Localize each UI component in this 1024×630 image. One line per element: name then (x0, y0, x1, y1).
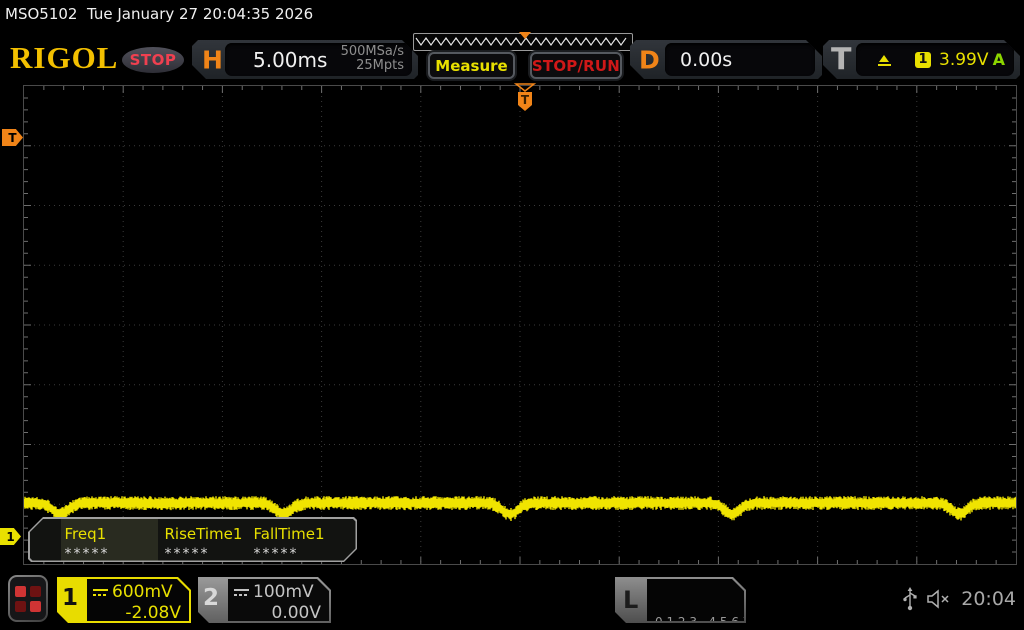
measurement-label: Freq1 (65, 525, 158, 543)
measurement-item-risetime1[interactable]: RiseTime1 ***** (161, 519, 258, 561)
grid-tile (30, 586, 41, 597)
trigger-sweep-mode: A (993, 50, 1005, 69)
measurement-item-falltime1[interactable]: FallTime1 ***** (250, 519, 347, 561)
measurement-item-freq1[interactable]: Freq1 ***** (61, 519, 158, 561)
measurement-value: ***** (165, 546, 258, 562)
speaker-muted-icon[interactable] (926, 588, 952, 610)
titlebar-text: MSO5102 Tue January 27 20:04:35 2026 (0, 0, 1024, 30)
display-grid-menu-button[interactable] (8, 575, 48, 622)
trigger-settings-button[interactable]: T 1 3.99V A (823, 40, 1020, 79)
delay-label: D (639, 45, 660, 74)
measurement-label: RiseTime1 (165, 525, 258, 543)
channel2-scale: 100mV (253, 582, 314, 602)
trigger-position-marker[interactable]: T (514, 83, 536, 113)
horizontal-inset: 5.00ms 500MSa/s 25Mpts (225, 43, 412, 76)
dc-coupling-icon (93, 589, 108, 596)
channel1-offset-marker[interactable]: 1 (0, 528, 21, 545)
svg-text:T: T (521, 93, 530, 107)
stop-run-button[interactable]: STOP/RUN (530, 52, 622, 79)
run-state-badge: STOP (122, 47, 184, 73)
oscilloscope-screen: MSO5102 Tue January 27 20:04:35 2026 RIG… (0, 0, 1024, 630)
horizontal-settings-button[interactable]: H 5.00ms 500MSa/s 25Mpts (192, 40, 418, 79)
channel1-offset: -2.08V (93, 603, 181, 623)
memory-depth: 25Mpts (341, 59, 404, 73)
channel2-status-button[interactable]: 2 100mV 0.00V (198, 577, 331, 623)
bottombar: 1 600mV -2.08V 2 100mV 0.00V L (0, 565, 1024, 630)
trigger-inset: 1 3.99V A (856, 43, 1014, 76)
scope-display-area: T 1 T Freq1 ***** RiseTime1 ***** FallTi… (0, 85, 1024, 565)
delay-inset: 0.00s (665, 43, 815, 76)
channel2-values: 100mV 0.00V (228, 579, 329, 621)
measurement-results-inner: Freq1 ***** RiseTime1 ***** FallTime1 **… (30, 519, 356, 561)
usb-icon[interactable] (903, 587, 917, 611)
horizontal-label: H (202, 45, 223, 74)
channel1-scale: 600mV (112, 582, 173, 602)
channel2-number: 2 (203, 585, 219, 611)
trigger-level-marker[interactable]: T (2, 129, 23, 146)
channel2-offset: 0.00V (234, 603, 321, 623)
logic-analyzer-label: L (623, 586, 638, 614)
measure-button[interactable]: Measure (428, 52, 515, 79)
sample-rate: 500MSa/s (341, 45, 404, 59)
dc-coupling-icon (234, 589, 249, 596)
acquisition-rates: 500MSa/s 25Mpts (341, 45, 404, 73)
delay-settings-button[interactable]: D 0.00s (630, 40, 822, 79)
grid-menu-icon (10, 577, 46, 620)
channel1-status-button[interactable]: 1 600mV -2.08V (57, 577, 191, 623)
trigger-level-value: 3.99V (939, 50, 988, 70)
delay-value: 0.00s (680, 49, 732, 71)
channel1-number: 1 (62, 585, 78, 611)
grid-tile (30, 601, 41, 612)
channel1-values: 600mV -2.08V (87, 579, 189, 621)
digital-channels: 0 1 2 3 4 5 6 7 8 9 1011 12131415 (647, 579, 744, 621)
measurement-value: ***** (65, 546, 158, 562)
graticule (23, 85, 1017, 565)
measurement-label: FallTime1 (254, 525, 347, 543)
waveform-overview-bar[interactable] (413, 33, 633, 51)
clock: 20:04 (961, 588, 1016, 610)
toolbar: RIGOL STOP H 5.00ms 500MSa/s 25Mpts Meas… (0, 30, 1024, 84)
measurement-results-box[interactable]: Freq1 ***** RiseTime1 ***** FallTime1 **… (28, 517, 357, 562)
grid-and-waveform (24, 86, 1016, 564)
grid-tile (15, 586, 26, 597)
grid-tile (15, 601, 26, 612)
timebase-value: 5.00ms (253, 48, 327, 72)
measurement-value: ***** (254, 546, 347, 562)
trigger-source-badge: 1 (915, 52, 931, 68)
status-icons: 20:04 (903, 587, 1016, 611)
trigger-label: T (831, 42, 851, 77)
rising-edge-trigger-icon (876, 52, 893, 68)
overview-trigger-marker-icon[interactable] (519, 32, 531, 39)
logic-analyzer-button[interactable]: L 0 1 2 3 4 5 6 7 8 9 1011 12131415 (615, 577, 746, 623)
rigol-logo: RIGOL (10, 40, 118, 76)
